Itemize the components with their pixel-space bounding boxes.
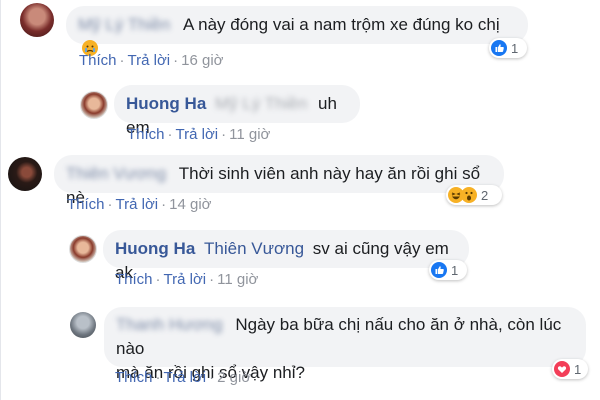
like-link[interactable]: Thích — [67, 196, 105, 213]
reaction-count: 2 — [481, 187, 489, 203]
reply-actions: Thích · Trả lời · 2 giờ — [115, 369, 252, 386]
reply-bubble: Huong Ha Thiên Vương sv ai cũng vậy em a… — [103, 230, 469, 282]
timestamp[interactable]: 14 giờ — [169, 196, 211, 213]
comment-bubble: Thiên Vương Thời sinh viên anh này hay ă… — [54, 155, 504, 207]
timestamp[interactable]: 11 giờ — [217, 271, 258, 288]
mentioned-name[interactable]: Thiên Vương — [204, 239, 304, 258]
reaction-summary[interactable]: 1 — [489, 38, 527, 58]
reaction-count: 1 — [451, 262, 459, 278]
huong-ha-avatar[interactable] — [69, 235, 97, 263]
timestamp[interactable]: 2 giờ — [217, 369, 251, 386]
love-icon — [554, 361, 570, 377]
wow-icon — [461, 187, 477, 203]
reaction-count: 1 — [511, 40, 519, 56]
commenter-name[interactable]: Thanh Hương — [116, 313, 223, 337]
timestamp[interactable]: 16 giờ — [181, 52, 223, 69]
like-icon — [431, 262, 447, 278]
huong-ha-avatar[interactable] — [80, 91, 108, 119]
like-link[interactable]: Thích — [79, 52, 117, 69]
comment-bubble: Mỹ Lý Thiền A này đóng vai a nam trộm xe… — [66, 6, 528, 56]
reply-link[interactable]: Trả lời — [116, 196, 159, 213]
mentioned-name[interactable]: Mỹ Lý Thiền — [215, 92, 307, 116]
comment-actions: Thích · Trả lời · 16 giờ — [79, 52, 224, 69]
reaction-summary[interactable]: 1 — [552, 359, 588, 379]
comment-text: A này đóng vai a nam trộm xe đúng ko chị — [183, 15, 500, 34]
commenter-avatar[interactable] — [70, 312, 96, 338]
reaction-count: 1 — [574, 361, 582, 377]
reply-link[interactable]: Trả lời — [164, 271, 207, 288]
reply-author[interactable]: Huong Ha — [126, 94, 206, 113]
thread-left-border — [0, 0, 1, 400]
reply-bubble: Thanh Hương Ngày ba bữa chị nấu cho ăn ở… — [104, 307, 586, 382]
like-icon — [491, 40, 507, 56]
reaction-summary[interactable]: 2 — [446, 185, 502, 205]
commenter-avatar[interactable] — [8, 157, 42, 191]
reaction-summary[interactable]: 1 — [429, 260, 467, 280]
reply-bubble: Huong Ha Mỹ Lý Thiền uh em — [114, 85, 360, 137]
reply-link[interactable]: Trả lời — [176, 126, 219, 143]
reply-actions: Thích · Trả lời · 11 giờ — [115, 271, 259, 288]
commenter-name[interactable]: Mỹ Lý Thiền — [78, 13, 170, 37]
comment-actions: Thích · Trả lời · 14 giờ — [67, 196, 212, 213]
like-link[interactable]: Thích — [115, 271, 153, 288]
reply-link[interactable]: Trả lời — [164, 369, 207, 386]
like-link[interactable]: Thích — [115, 369, 153, 386]
reply-author[interactable]: Huong Ha — [115, 239, 195, 258]
like-link[interactable]: Thích — [127, 126, 165, 143]
reply-link[interactable]: Trả lời — [128, 52, 171, 69]
timestamp[interactable]: 11 giờ — [229, 126, 270, 143]
reply-actions: Thích · Trả lời · 11 giờ — [127, 126, 271, 143]
commenter-name[interactable]: Thiên Vương — [66, 162, 166, 186]
commenter-avatar[interactable] — [20, 3, 54, 37]
